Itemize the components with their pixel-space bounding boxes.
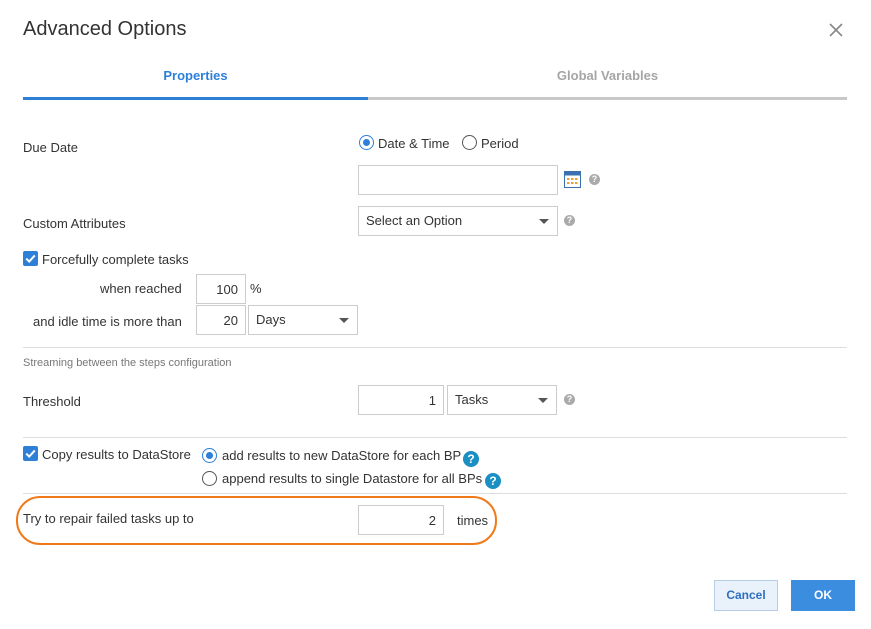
due-date-input[interactable] — [358, 165, 558, 195]
when-reached-input[interactable] — [196, 274, 246, 304]
radio-append-results-label: append results to single Datastore for a… — [222, 471, 483, 486]
force-complete-label: Forcefully complete tasks — [42, 252, 189, 267]
radio-period[interactable] — [462, 135, 477, 150]
idle-unit-value: Days — [256, 312, 286, 327]
chevron-down-icon — [339, 318, 349, 323]
chevron-down-icon — [538, 398, 548, 403]
due-date-label: Due Date — [23, 140, 78, 155]
divider — [23, 437, 847, 438]
copy-results-checkbox[interactable] — [23, 446, 38, 461]
divider — [23, 493, 847, 494]
radio-date-time-label: Date & Time — [378, 136, 450, 151]
dialog-title: Advanced Options — [23, 18, 187, 40]
cancel-button[interactable]: Cancel — [714, 580, 778, 611]
help-icon[interactable]: ? — [564, 394, 575, 405]
copy-results-label: Copy results to DataStore — [42, 447, 191, 462]
active-tab-indicator — [23, 97, 368, 100]
idle-time-input[interactable] — [196, 305, 246, 335]
custom-attributes-label: Custom Attributes — [23, 216, 126, 231]
force-complete-checkbox[interactable] — [23, 251, 38, 266]
threshold-label: Threshold — [23, 394, 81, 409]
threshold-unit-value: Tasks — [455, 392, 489, 407]
help-icon[interactable]: ? — [589, 174, 600, 185]
radio-add-results[interactable] — [202, 448, 217, 463]
divider — [23, 347, 847, 348]
tab-underline — [368, 97, 847, 100]
highlight-ellipse — [16, 496, 497, 545]
tab-global-variables[interactable]: Global Variables — [368, 68, 847, 83]
radio-date-time[interactable] — [359, 135, 374, 150]
custom-attributes-select[interactable]: Select an Option — [358, 206, 558, 236]
help-icon[interactable]: ? — [485, 473, 501, 489]
streaming-section-title: Streaming between the steps configuratio… — [23, 357, 232, 369]
radio-period-label: Period — [481, 136, 519, 151]
ok-button[interactable]: OK — [791, 580, 855, 611]
close-icon[interactable] — [826, 20, 846, 40]
tab-properties[interactable]: Properties — [23, 68, 368, 83]
custom-attributes-select-value: Select an Option — [366, 213, 463, 228]
help-icon[interactable]: ? — [463, 451, 479, 467]
calendar-icon[interactable] — [564, 171, 581, 188]
threshold-unit-select[interactable]: Tasks — [447, 385, 557, 415]
idle-time-label: and idle time is more than — [33, 314, 182, 329]
idle-unit-select[interactable]: Days — [248, 305, 358, 335]
threshold-input[interactable] — [358, 385, 444, 415]
radio-add-results-label: add results to new DataStore for each BP — [222, 448, 462, 463]
percent-unit: % — [250, 281, 262, 296]
help-icon[interactable]: ? — [564, 215, 575, 226]
chevron-down-icon — [539, 219, 549, 224]
when-reached-label: when reached — [100, 281, 182, 296]
radio-append-results[interactable] — [202, 471, 217, 486]
